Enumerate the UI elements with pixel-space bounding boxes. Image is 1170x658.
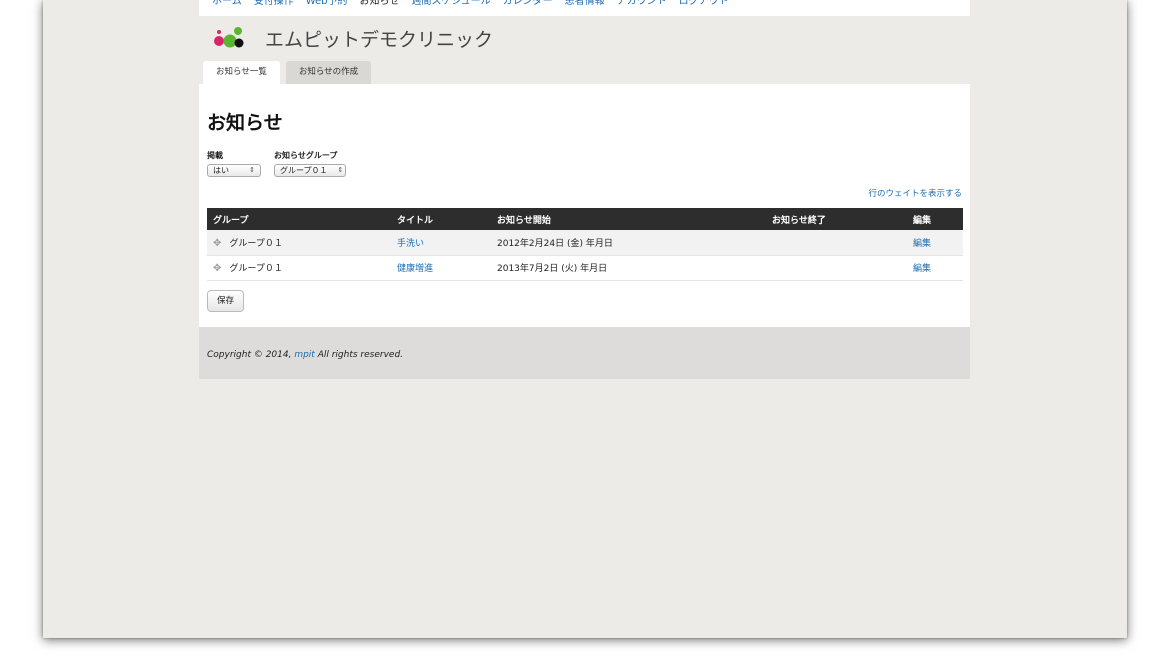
group-select-value: グループ０１ (280, 166, 328, 175)
cell-start: 2013年7月2日 (火) 年月日 (491, 255, 766, 281)
notice-title-link[interactable]: 手洗い (397, 239, 424, 249)
clinic-logo[interactable] (213, 26, 245, 52)
edit-link[interactable]: 編集 (913, 239, 931, 249)
column-header-title: タイトル (391, 208, 491, 230)
nav-item[interactable]: 受付操作 (254, 0, 294, 9)
filter-published-label: 掲載 (207, 151, 223, 160)
edit-link[interactable]: 編集 (913, 264, 931, 274)
column-header-end: お知らせ終了 (766, 208, 907, 230)
nav-item[interactable]: ホーム (212, 0, 242, 9)
top-navigation-bar: ホーム 受付操作 Web予約 お知らせ 週間スケジュール カレンダー 患者情報 アカウント ログ… (199, 0, 970, 16)
cell-title: 手洗い (391, 230, 491, 256)
notice-title-link[interactable]: 健康増進 (397, 264, 433, 274)
browser-window: ホーム 受付操作 Web予約 お知らせ 週間スケジュール カレンダー 患者情報 アカウント ログ… (43, 0, 1127, 638)
column-header-edit: 編集 (907, 208, 963, 230)
logo-dot (217, 30, 221, 34)
cell-end (766, 255, 907, 281)
cell-title: 健康増進 (391, 255, 491, 281)
updown-arrow-icon: ⇕ (337, 166, 344, 174)
nav-item[interactable]: 週間スケジュール (411, 0, 490, 9)
drag-handle-icon[interactable]: ✥ (213, 263, 221, 274)
published-select[interactable]: はい ⇕ (207, 164, 261, 177)
nav-item[interactable]: 患者情報 (565, 0, 605, 9)
filter-group: お知らせグループ グループ０１ ⇕ (274, 150, 346, 177)
logo-circle-green (223, 34, 237, 48)
site-header: エムピットデモクリニック お知らせ一覧 お知らせの作成 (199, 16, 970, 84)
tab-create-notice[interactable]: お知らせの作成 (285, 61, 372, 84)
group-text: グループ０１ (229, 264, 283, 274)
table-header-row: グループ タイトル お知らせ開始 お知らせ終了 編集 (207, 208, 963, 230)
cell-edit: 編集 (907, 230, 963, 256)
nav-item[interactable]: Web予約 (306, 0, 348, 9)
cell-group: ✥ グループ０１ (207, 255, 391, 281)
copyright-prefix: Copyright © 2014, (207, 350, 295, 360)
site-name[interactable]: エムピットデモクリニック (265, 29, 493, 51)
save-button[interactable]: 保存 (207, 290, 245, 312)
filter-group-label: お知らせグループ (274, 151, 338, 160)
nav-item[interactable]: アカウント (617, 0, 667, 9)
table-row: ✥ グループ０１ 手洗い 2012年2月24日 (金) 年月日 編集 (207, 230, 963, 256)
tab-notice-list[interactable]: お知らせ一覧 (203, 61, 280, 84)
cell-end (766, 230, 907, 256)
updown-arrow-icon: ⇕ (249, 166, 255, 174)
show-row-weights-link[interactable]: 行のウェイトを表示する (868, 187, 962, 199)
main-content: お知らせ 掲載 はい ⇕ お知らせグループ グループ０１ ⇕ 行のウェイトを表示… (199, 84, 970, 327)
column-header-start: お知らせ開始 (491, 208, 766, 230)
page-title: お知らせ (207, 112, 283, 134)
notice-table: グループ タイトル お知らせ開始 お知らせ終了 編集 ✥ グループ０１ 手洗い 2… (207, 208, 963, 281)
logo-circle-magenta (214, 36, 224, 46)
group-text: グループ０１ (229, 238, 283, 249)
tab-bar: お知らせ一覧 お知らせの作成 (203, 61, 372, 84)
table-row: ✥ グループ０１ 健康増進 2013年7月2日 (火) 年月日 編集 (207, 255, 963, 281)
copyright-text: Copyright © 2014, mpit All rights reserv… (207, 350, 403, 360)
published-select-value: はい (213, 166, 229, 175)
nav-item[interactable]: お知らせ (360, 0, 400, 9)
mpit-link[interactable]: mpit (294, 350, 315, 360)
copyright-suffix: All rights reserved. (314, 350, 404, 360)
logo-circle-black (234, 38, 244, 48)
logo-circle-green-small (234, 27, 242, 35)
top-navigation: ホーム 受付操作 Web予約 お知らせ 週間スケジュール カレンダー 患者情報 アカウント ログ… (212, 0, 729, 9)
group-select[interactable]: グループ０１ ⇕ (274, 164, 346, 177)
nav-item[interactable]: ログアウト (679, 0, 729, 9)
cell-group: ✥ グループ０１ (207, 230, 391, 256)
cell-edit: 編集 (907, 255, 963, 281)
column-header-group: グループ (207, 208, 391, 230)
cell-start: 2012年2月24日 (金) 年月日 (491, 230, 766, 256)
site-footer: Copyright © 2014, mpit All rights reserv… (199, 327, 970, 379)
nav-item[interactable]: カレンダー (503, 0, 553, 9)
page: ホーム 受付操作 Web予約 お知らせ 週間スケジュール カレンダー 患者情報 アカウント ログ… (199, 0, 970, 379)
drag-handle-icon[interactable]: ✥ (213, 238, 221, 249)
filter-published: 掲載 はい ⇕ (207, 150, 261, 177)
